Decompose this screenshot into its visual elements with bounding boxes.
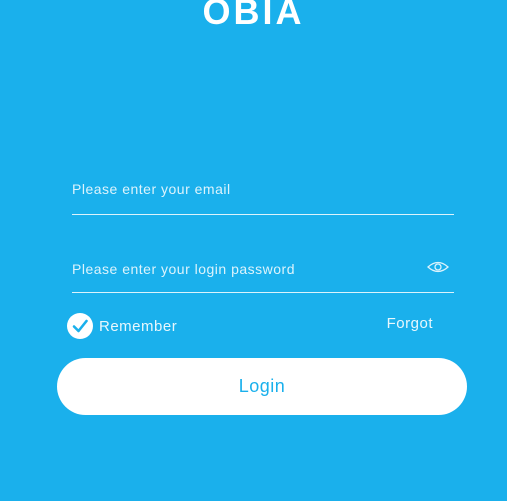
remember-toggle[interactable]: Remember (67, 311, 177, 341)
email-input[interactable] (72, 174, 402, 204)
login-button[interactable]: Login (57, 358, 467, 415)
login-screen: OBIA Remember Forgot Login (0, 0, 507, 501)
checkmark-icon[interactable] (67, 313, 93, 339)
app-logo: OBIA (202, 0, 305, 32)
forgot-password-link[interactable]: Forgot (387, 315, 433, 332)
email-field-container (72, 170, 454, 215)
remember-label: Remember (99, 317, 178, 335)
password-input[interactable] (72, 254, 402, 284)
eye-icon[interactable] (426, 259, 450, 275)
password-field-container (72, 250, 454, 293)
